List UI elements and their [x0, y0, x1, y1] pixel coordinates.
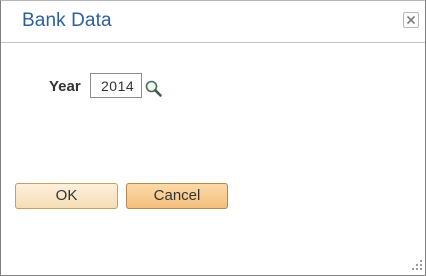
dialog-title: Bank Data: [22, 10, 112, 31]
year-input[interactable]: [90, 73, 142, 98]
resize-grip-icon[interactable]: [411, 259, 423, 271]
cancel-button[interactable]: Cancel: [126, 183, 228, 209]
magnifier-lookup-icon[interactable]: [144, 79, 164, 99]
dialog-titlebar: Bank Data: [1, 1, 425, 43]
close-icon: [407, 16, 415, 24]
year-label: Year: [49, 78, 81, 95]
bank-data-dialog: Bank Data Year OK Cancel: [0, 0, 426, 276]
close-button[interactable]: [403, 12, 419, 28]
ok-button[interactable]: OK: [15, 183, 118, 209]
